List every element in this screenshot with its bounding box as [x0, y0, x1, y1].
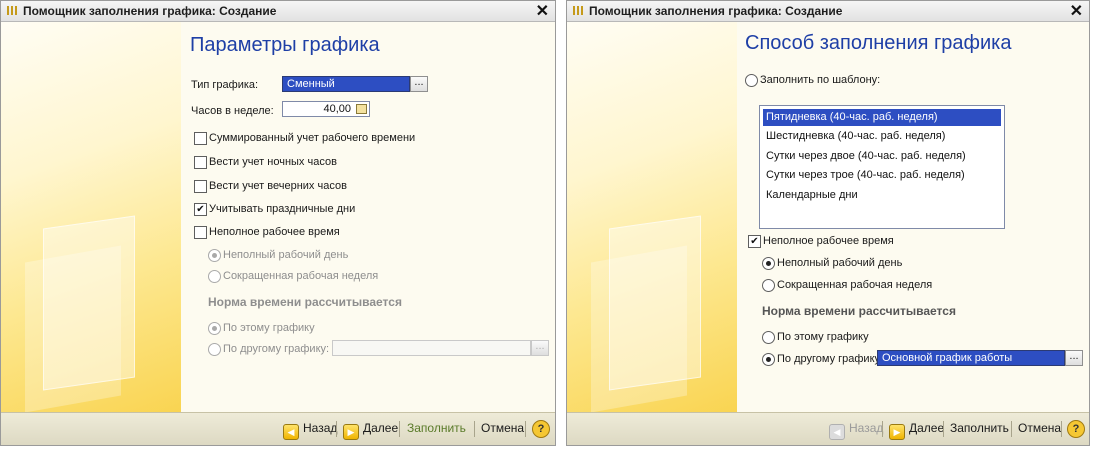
norm-heading: Норма времени рассчитывается [208, 295, 402, 309]
norm-this-schedule-label: По этому графику [223, 322, 315, 334]
fill-by-template-radio[interactable] [745, 74, 758, 87]
separator [474, 421, 475, 437]
part-time-checkbox[interactable] [194, 226, 207, 239]
close-icon[interactable]: ✕ [536, 1, 549, 21]
app-icon [573, 6, 584, 15]
list-item[interactable]: Сутки через трое (40-час. раб. неделя) [763, 167, 1001, 184]
decorative-side-panel [1, 22, 181, 413]
separator [882, 421, 883, 437]
next-icon: ▶ [889, 424, 905, 440]
wizard-window-fill-method: Помощник заполнения графика: Создание ✕ … [566, 0, 1090, 446]
evening-hours-label: Вести учет вечерних часов [209, 180, 347, 192]
night-hours-checkbox[interactable] [194, 156, 207, 169]
button-bar: ◀ Назад ▶ Далее Заполнить Отмена ? [567, 412, 1089, 445]
schedule-type-field[interactable]: Сменный [282, 76, 410, 92]
schedule-type-label: Тип графика: [191, 79, 259, 91]
calendar-illustration [609, 215, 701, 391]
other-schedule-field[interactable]: Основной график работы [877, 350, 1065, 366]
next-button[interactable]: ▶ Далее [343, 421, 398, 440]
list-item[interactable]: Шестидневка (40-час. раб. неделя) [763, 128, 1001, 145]
evening-hours-checkbox[interactable] [194, 180, 207, 193]
template-list[interactable]: Пятидневка (40-час. раб. неделя) Шестидн… [759, 105, 1005, 229]
separator [1011, 421, 1012, 437]
back-icon: ◀ [829, 424, 845, 440]
cancel-button[interactable]: Отмена [481, 421, 524, 435]
holidays-checkbox[interactable]: ✔ [194, 203, 207, 216]
short-week-radio[interactable] [762, 279, 775, 292]
norm-other-schedule-label: По другому графику: [777, 353, 884, 365]
close-icon[interactable]: ✕ [1070, 1, 1083, 21]
fill-button[interactable]: Заполнить [407, 421, 466, 435]
help-icon[interactable]: ? [1067, 420, 1085, 438]
fill-button[interactable]: Заполнить [950, 421, 1009, 435]
back-button[interactable]: ◀ Назад [283, 421, 337, 440]
next-icon: ▶ [343, 424, 359, 440]
hours-per-week-label: Часов в неделе: [191, 105, 274, 117]
short-week-radio[interactable] [208, 270, 221, 283]
other-schedule-select-button[interactable]: ... [1065, 350, 1083, 366]
part-time-day-radio[interactable] [762, 257, 775, 270]
cancel-button[interactable]: Отмена [1018, 421, 1061, 435]
norm-this-schedule-radio[interactable] [762, 331, 775, 344]
part-time-day-label: Неполный рабочий день [777, 257, 903, 269]
separator [525, 421, 526, 437]
norm-other-schedule-radio[interactable] [762, 353, 775, 366]
separator [1061, 421, 1062, 437]
part-time-checkbox[interactable]: ✔ [748, 235, 761, 248]
next-label: Далее [909, 421, 945, 435]
button-bar: ◀ Назад ▶ Далее Заполнить Отмена ? [1, 412, 555, 445]
other-schedule-field[interactable] [332, 340, 531, 356]
other-schedule-select-button[interactable]: ... [531, 340, 549, 356]
calculator-icon[interactable] [356, 104, 367, 114]
norm-heading: Норма времени рассчитывается [762, 304, 956, 318]
fill-by-template-label: Заполнить по шаблону: [760, 74, 881, 86]
window-title: Помощник заполнения графика: Создание [589, 4, 843, 18]
norm-other-schedule-radio[interactable] [208, 343, 221, 356]
holidays-label: Учитывать праздничные дни [209, 203, 356, 215]
norm-other-schedule-label: По другому графику: [223, 343, 330, 355]
list-item[interactable]: Сутки через двое (40-час. раб. неделя) [763, 148, 1001, 165]
next-label: Далее [363, 421, 399, 435]
list-item[interactable]: Пятидневка (40-час. раб. неделя) [763, 109, 1001, 126]
back-icon: ◀ [283, 424, 299, 440]
separator [399, 421, 400, 437]
page-title: Параметры графика [190, 34, 380, 56]
decorative-side-panel [567, 22, 737, 413]
part-time-day-radio[interactable] [208, 249, 221, 262]
separator [336, 421, 337, 437]
part-time-label: Неполное рабочее время [763, 235, 894, 247]
summarized-accounting-checkbox[interactable] [194, 132, 207, 145]
page-title: Способ заполнения графика [745, 32, 1012, 54]
back-label: Назад [849, 421, 884, 435]
norm-this-schedule-label: По этому графику [777, 331, 869, 343]
short-week-label: Сокращенная рабочая неделя [223, 270, 379, 282]
window-title: Помощник заполнения графика: Создание [23, 4, 277, 18]
help-icon[interactable]: ? [532, 420, 550, 438]
short-week-label: Сокращенная рабочая неделя [777, 279, 933, 291]
title-bar: Помощник заполнения графика: Создание ✕ [1, 1, 555, 22]
wizard-window-parameters: Помощник заполнения графика: Создание ✕ … [0, 0, 556, 446]
list-item[interactable]: Календарные дни [763, 187, 1001, 204]
title-bar: Помощник заполнения графика: Создание ✕ [567, 1, 1089, 22]
separator [943, 421, 944, 437]
next-button[interactable]: ▶ Далее [889, 421, 944, 440]
summarized-accounting-label: Суммированный учет рабочего времени [209, 132, 416, 144]
night-hours-label: Вести учет ночных часов [209, 156, 337, 168]
part-time-label: Неполное рабочее время [209, 226, 340, 238]
calendar-illustration [43, 215, 135, 391]
schedule-type-select-button[interactable]: ... [410, 76, 428, 92]
back-label: Назад [303, 421, 338, 435]
part-time-day-label: Неполный рабочий день [223, 249, 349, 261]
norm-this-schedule-radio[interactable] [208, 322, 221, 335]
app-icon [7, 6, 18, 15]
back-button[interactable]: ◀ Назад [829, 421, 883, 440]
